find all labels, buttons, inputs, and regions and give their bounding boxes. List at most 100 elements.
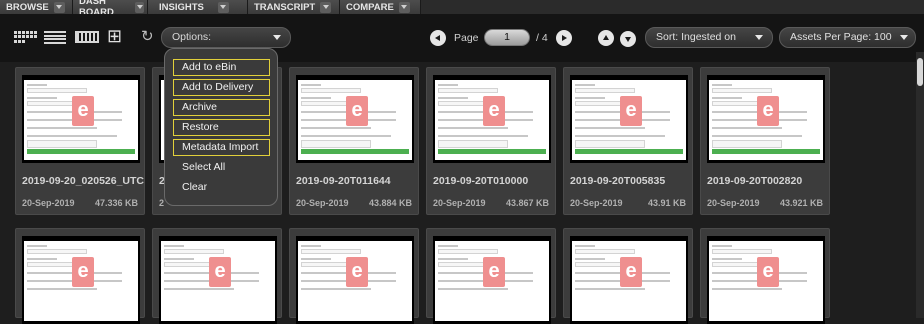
chevron-down-icon [273, 35, 281, 40]
asset-grid: e 2019-09-20_020526_UTC 20-Sep-2019 47.3… [0, 62, 916, 324]
tab-insights[interactable]: INSIGHTS [148, 0, 248, 14]
tab-compare[interactable]: COMPARE [340, 0, 421, 14]
asset-thumbnail[interactable]: e [433, 236, 551, 324]
asset-card[interactable]: e 2019-09-20_020526_UTC 20-Sep-2019 47.3… [15, 67, 145, 215]
asset-date: 20-Sep-2019 [433, 198, 486, 208]
options-dropdown[interactable]: Options: [161, 27, 291, 48]
chevron-down-icon[interactable] [217, 1, 229, 13]
asset-thumbnail[interactable]: e [707, 75, 825, 163]
top-nav: BROWSE DASH BOARD INSIGHTS TRANSCRIPT CO… [0, 0, 924, 18]
asset-title: 2019-09-20T005835 [570, 175, 666, 187]
tab-label: BROWSE [6, 1, 49, 13]
menu-item-add-to-delivery[interactable]: Add to Delivery [173, 79, 270, 96]
options-label: Options: [172, 31, 212, 43]
asset-date: 20-Sep-2019 [22, 198, 75, 208]
asset-title: 2019-09-20T002820 [707, 175, 803, 187]
page-number-input[interactable]: 1 [484, 29, 530, 46]
asset-card[interactable]: e [289, 228, 419, 324]
ebin-logo-icon: e [72, 96, 94, 126]
asset-card[interactable]: e [700, 228, 830, 324]
tab-label: COMPARE [346, 1, 394, 13]
menu-item-select-all[interactable]: Select All [173, 159, 270, 176]
list-view-icon[interactable] [44, 31, 66, 44]
page-label: Page [454, 32, 479, 44]
asset-thumbnail[interactable]: e [22, 75, 140, 163]
ebin-logo-icon: e [346, 257, 368, 287]
ebin-logo-icon: e [620, 96, 642, 126]
vertical-scrollbar[interactable] [916, 52, 924, 318]
page-total: / 4 [536, 32, 548, 44]
tab-label: TRANSCRIPT [254, 1, 316, 13]
add-asset-icon[interactable]: ⊞ [107, 27, 129, 45]
ebin-logo-icon: e [72, 257, 94, 287]
asset-size: 43.921 KB [779, 198, 823, 208]
asset-thumbnail[interactable]: e [296, 75, 414, 163]
next-page-button[interactable] [556, 30, 572, 46]
toolbar: ⊞ ↻ Options: Page 1 / 4 Sort: Ingested o… [0, 14, 924, 62]
ebin-logo-icon: e [757, 96, 779, 126]
menu-item-clear[interactable]: Clear [173, 179, 270, 196]
asset-card[interactable]: e [426, 228, 556, 324]
asset-card[interactable]: e 2019-09-20T010000 20-Sep-2019 43.867 K… [426, 67, 556, 215]
asset-thumbnail[interactable]: e [570, 75, 688, 163]
asset-size: 43.884 KB [368, 198, 412, 208]
asset-date: 20-Sep-2019 [570, 198, 623, 208]
ebin-logo-icon: e [620, 257, 642, 287]
scrollbar-thumb[interactable] [917, 58, 923, 86]
sort-label: Sort: Ingested on [656, 31, 736, 43]
asset-card[interactable]: e [15, 228, 145, 324]
asset-card[interactable]: e 2019-09-20T011644 20-Sep-2019 43.884 K… [289, 67, 419, 215]
asset-thumbnail[interactable]: e [433, 75, 551, 163]
arrow-down-icon [625, 37, 631, 42]
refresh-icon[interactable]: ↻ [141, 29, 154, 44]
asset-title: 2019-09-20T010000 [433, 175, 529, 187]
tab-browse[interactable]: BROWSE [0, 0, 73, 14]
menu-item-restore[interactable]: Restore [173, 119, 270, 136]
asset-size: 47.336 KB [94, 198, 138, 208]
menu-item-metadata-import[interactable]: Metadata Import [173, 139, 270, 156]
tab-transcript[interactable]: TRANSCRIPT [248, 0, 340, 14]
assets-per-page-dropdown[interactable]: Assets Per Page: 100 [779, 27, 916, 48]
menu-item-add-to-ebin[interactable]: Add to eBin [173, 59, 270, 76]
asset-thumbnail[interactable]: e [296, 236, 414, 324]
chevron-down-icon[interactable] [398, 1, 410, 13]
asset-card[interactable]: e 2019-09-20T005835 20-Sep-2019 43.91 KB [563, 67, 693, 215]
chevron-down-icon [755, 35, 763, 40]
ebin-logo-icon: e [483, 96, 505, 126]
chevron-down-icon[interactable] [320, 1, 332, 13]
asset-date: 20-Sep-2019 [707, 198, 760, 208]
tab-dashboard[interactable]: DASH BOARD [73, 0, 148, 18]
arrow-left-icon [435, 35, 440, 41]
asset-thumbnail[interactable]: e [159, 236, 277, 324]
prev-page-button[interactable] [430, 30, 446, 46]
asset-thumbnail[interactable]: e [570, 236, 688, 324]
ebin-logo-icon: e [346, 96, 368, 126]
ebin-logo-icon: e [757, 257, 779, 287]
ebin-logo-icon: e [483, 257, 505, 287]
asset-thumbnail[interactable]: e [707, 236, 825, 324]
asset-card[interactable]: e 2019-09-20T002820 20-Sep-2019 43.921 K… [700, 67, 830, 215]
options-menu: Add to eBin Add to Delivery Archive Rest… [164, 48, 278, 206]
sort-descending-button[interactable] [620, 31, 636, 47]
asset-card[interactable]: e [152, 228, 282, 324]
grid-view-icon[interactable] [14, 31, 37, 43]
tab-label: INSIGHTS [159, 1, 204, 13]
arrow-up-icon [603, 35, 609, 40]
menu-item-archive[interactable]: Archive [173, 99, 270, 116]
asset-title: 2019-09-20_020526_UTC [22, 175, 145, 187]
asset-date: 20-Sep-2019 [296, 198, 349, 208]
filmstrip-view-icon[interactable] [75, 31, 99, 43]
per-page-label: Assets Per Page: 100 [790, 31, 892, 43]
asset-title: 2019-09-20T011644 [296, 175, 391, 187]
sort-ascending-button[interactable] [598, 30, 614, 46]
asset-thumbnail[interactable]: e [22, 236, 140, 324]
asset-card[interactable]: e [563, 228, 693, 324]
chevron-down-icon[interactable] [53, 1, 65, 13]
asset-size: 43.91 KB [647, 198, 686, 208]
arrow-right-icon [562, 35, 567, 41]
sort-dropdown[interactable]: Sort: Ingested on [645, 27, 773, 48]
ebin-logo-icon: e [209, 257, 231, 287]
chevron-down-icon[interactable] [135, 1, 144, 13]
chevron-down-icon [900, 35, 908, 40]
asset-size: 43.867 KB [505, 198, 549, 208]
